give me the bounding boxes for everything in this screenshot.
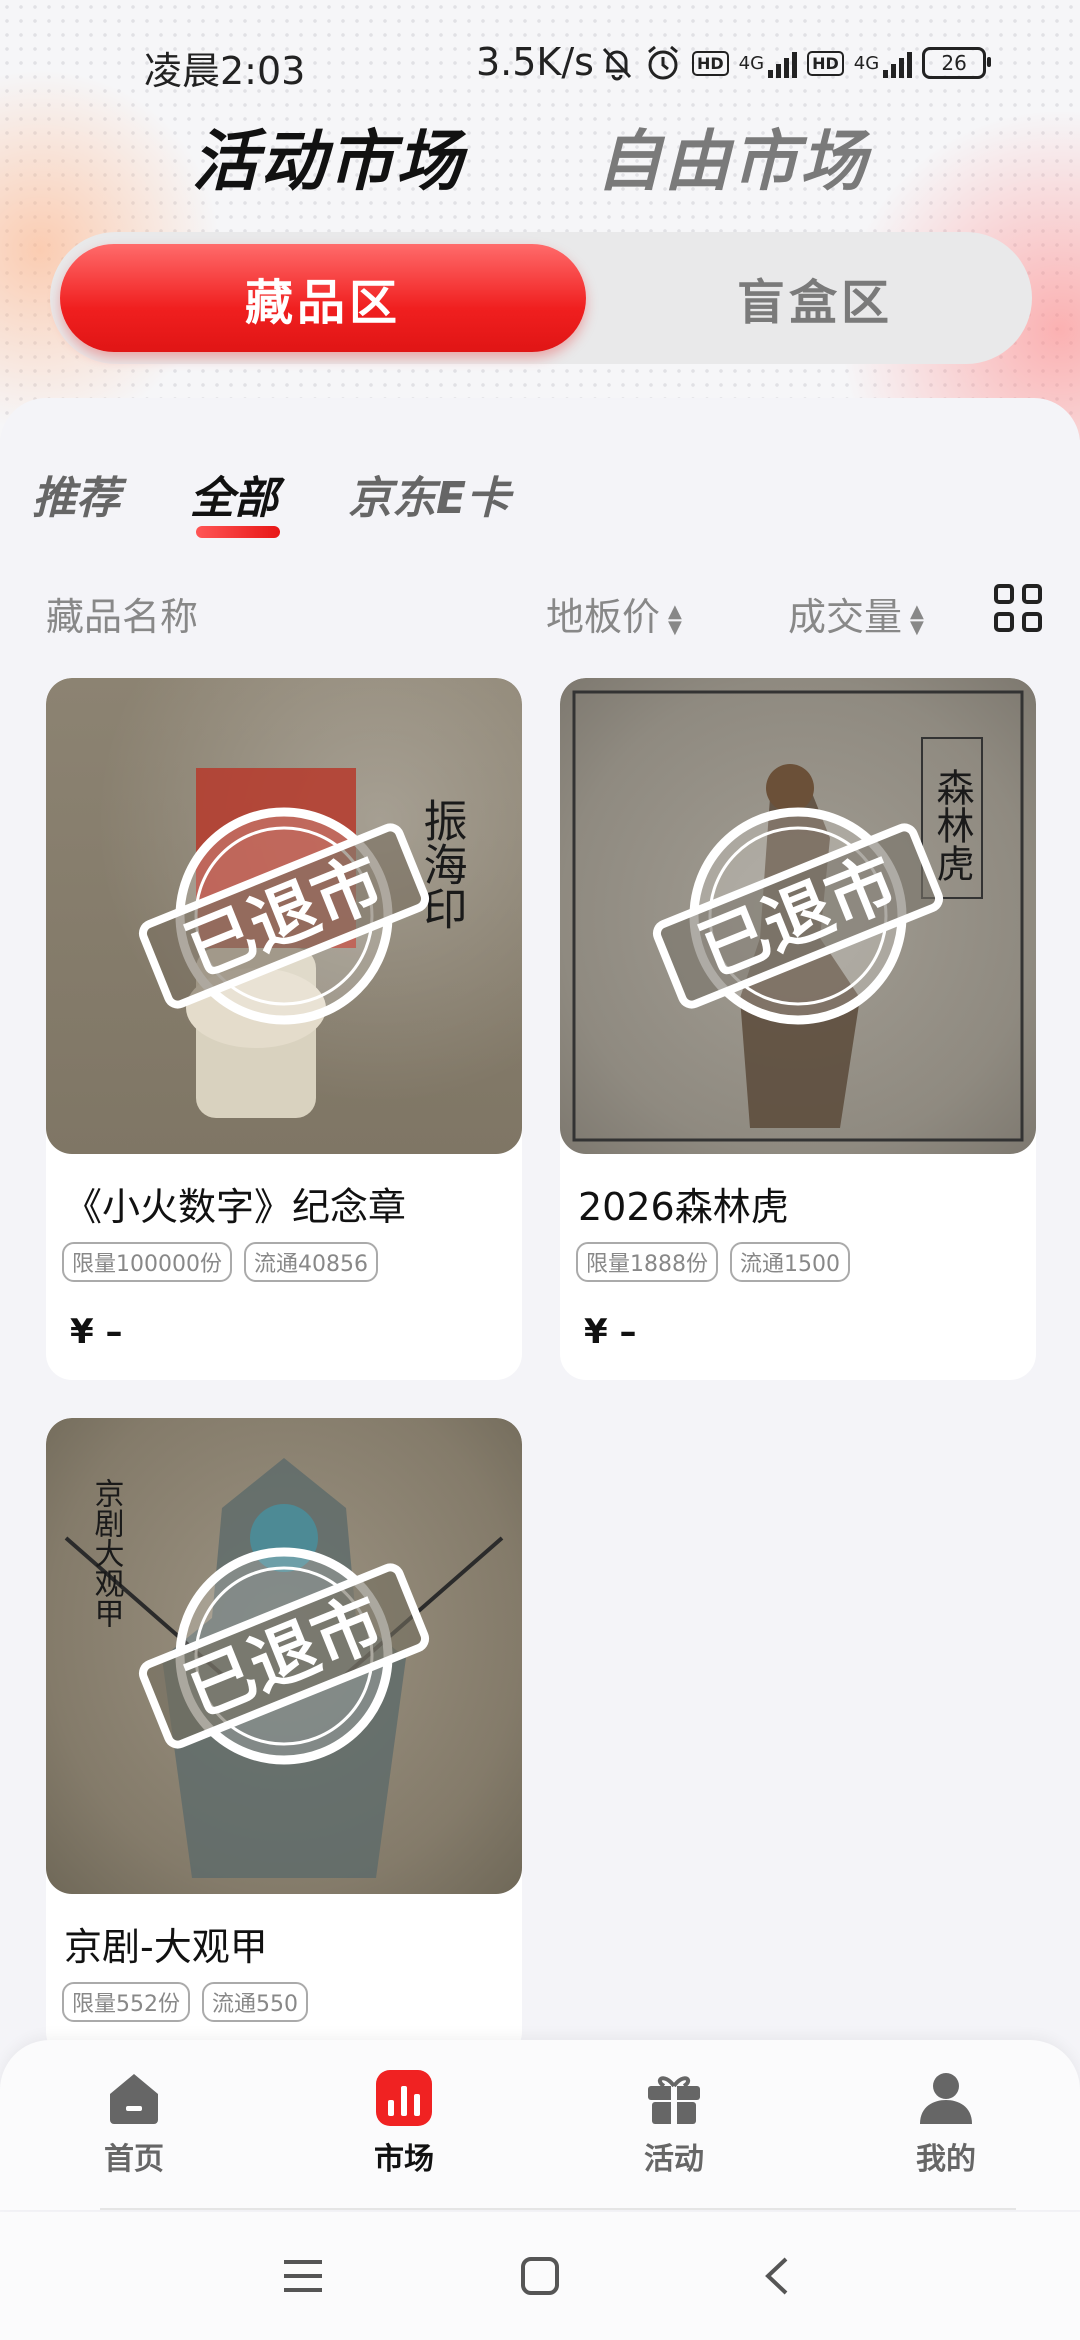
tab-activity-market[interactable]: 活动市场 [192, 108, 464, 204]
nav-home-label: 首页 [104, 2142, 164, 2177]
nav-profile-label: 我的 [916, 2142, 976, 2177]
collectible-tags: 限量1888份 流通1500 [576, 1242, 850, 1282]
collectible-tags: 限量552份 流通550 [62, 1982, 308, 2022]
back-icon[interactable] [762, 2256, 792, 2296]
market-tabs: 活动市场 自由市场 [0, 108, 1080, 200]
circulation-tag: 流通1500 [730, 1242, 850, 1282]
collectible-price: ¥ – [70, 1312, 123, 1352]
nav-market[interactable]: 市场 [334, 2068, 474, 2178]
grid-view-icon[interactable] [994, 584, 1042, 632]
signal-icon-2 [883, 48, 913, 78]
battery-icon: 26 [922, 47, 992, 79]
sort-arrows-icon: ▲ ▼ [910, 600, 924, 638]
delisted-stamp: 已退市 [138, 807, 430, 1025]
network-speed: 3.5K/s [476, 40, 594, 84]
tab-recommended[interactable]: 推荐 [32, 462, 120, 526]
status-time: 凌晨2:03 [144, 49, 306, 93]
hd-badge-2: HD [807, 50, 844, 76]
nav-activity[interactable]: 活动 [604, 2068, 744, 2178]
market-icon [374, 2068, 434, 2128]
limit-tag: 限量100000份 [62, 1242, 232, 1282]
battery-level: 26 [941, 51, 967, 75]
nav-profile[interactable]: 我的 [876, 2068, 1016, 2178]
home-square-icon[interactable] [520, 2256, 560, 2296]
alarm-icon [648, 45, 678, 80]
circulation-tag: 流通40856 [243, 1242, 378, 1282]
network-label-2: 4G [853, 52, 880, 74]
collectible-title: 京剧-大观甲 [64, 1925, 268, 1969]
nav-home[interactable]: 首页 [64, 2068, 204, 2178]
gift-icon [644, 2068, 704, 2128]
bottom-nav: 首页 市场 活动 我的 [0, 2040, 1080, 2210]
sort-arrows-icon: ▲ ▼ [668, 600, 682, 638]
hd-badge-1: HD [692, 50, 729, 76]
circulation-tag: 流通550 [202, 1982, 308, 2022]
sort-bar: 藏品名称 地板价 ▲ ▼ 成交量 ▲ ▼ [0, 582, 1080, 642]
collectible-card[interactable]: 森林虎 已退市 2026森林虎 限量1888份 流通1500 ¥ – [560, 678, 1036, 1380]
signal-icon [768, 48, 798, 78]
tab-free-market[interactable]: 自由市场 [596, 108, 868, 204]
nav-market-label: 市场 [374, 2142, 434, 2177]
status-icons: HD 4G HD 4G 26 [600, 44, 992, 82]
mute-bell-icon [602, 47, 632, 81]
tab-jd-ecard[interactable]: 京东E卡 [348, 462, 510, 526]
collectible-price: ¥ – [584, 1312, 637, 1352]
delisted-stamp: 已退市 [138, 1547, 430, 1765]
segment-collectibles[interactable]: 藏品区 [60, 244, 586, 352]
active-tab-indicator [196, 526, 280, 538]
sort-volume[interactable]: 成交量 ▲ ▼ [788, 586, 924, 641]
category-tabs: 推荐 全部 京东E卡 [0, 462, 1080, 542]
segment-blind-box[interactable]: 盲盒区 [610, 244, 1020, 352]
menu-icon[interactable] [282, 2256, 324, 2296]
nav-activity-label: 活动 [644, 2142, 704, 2177]
sort-volume-label: 成交量 [788, 595, 903, 639]
delisted-stamp: 已退市 [652, 807, 944, 1025]
sort-floor-price-label: 地板价 [546, 595, 661, 639]
collectible-title: 2026森林虎 [578, 1185, 789, 1229]
limit-tag: 限量552份 [62, 1982, 190, 2022]
tab-all[interactable]: 全部 [190, 462, 278, 526]
zone-segment-control: 藏品区 盲盒区 [50, 232, 1032, 364]
home-icon [104, 2068, 164, 2128]
system-nav-bar [0, 2212, 1080, 2340]
collectible-title: 《小火数字》纪念章 [64, 1185, 407, 1229]
limit-tag: 限量1888份 [576, 1242, 718, 1282]
network-label-1: 4G [738, 52, 765, 74]
nav-divider [100, 2208, 1016, 2210]
collectible-card[interactable]: 京剧大观甲 已退市 京剧-大观甲 限量552份 流通550 [46, 1418, 522, 2058]
status-bar: 凌晨2:03 3.5K/s HD 4G HD 4G 26 [0, 38, 1080, 93]
sort-floor-price[interactable]: 地板价 ▲ ▼ [546, 586, 682, 641]
user-icon [916, 2068, 976, 2128]
sort-name-label: 藏品名称 [46, 595, 199, 639]
collectible-card[interactable]: 振海印 已退市 《小火数字》纪念章 限量100000份 流通40856 ¥ – [46, 678, 522, 1380]
collectible-tags: 限量100000份 流通40856 [62, 1242, 378, 1282]
